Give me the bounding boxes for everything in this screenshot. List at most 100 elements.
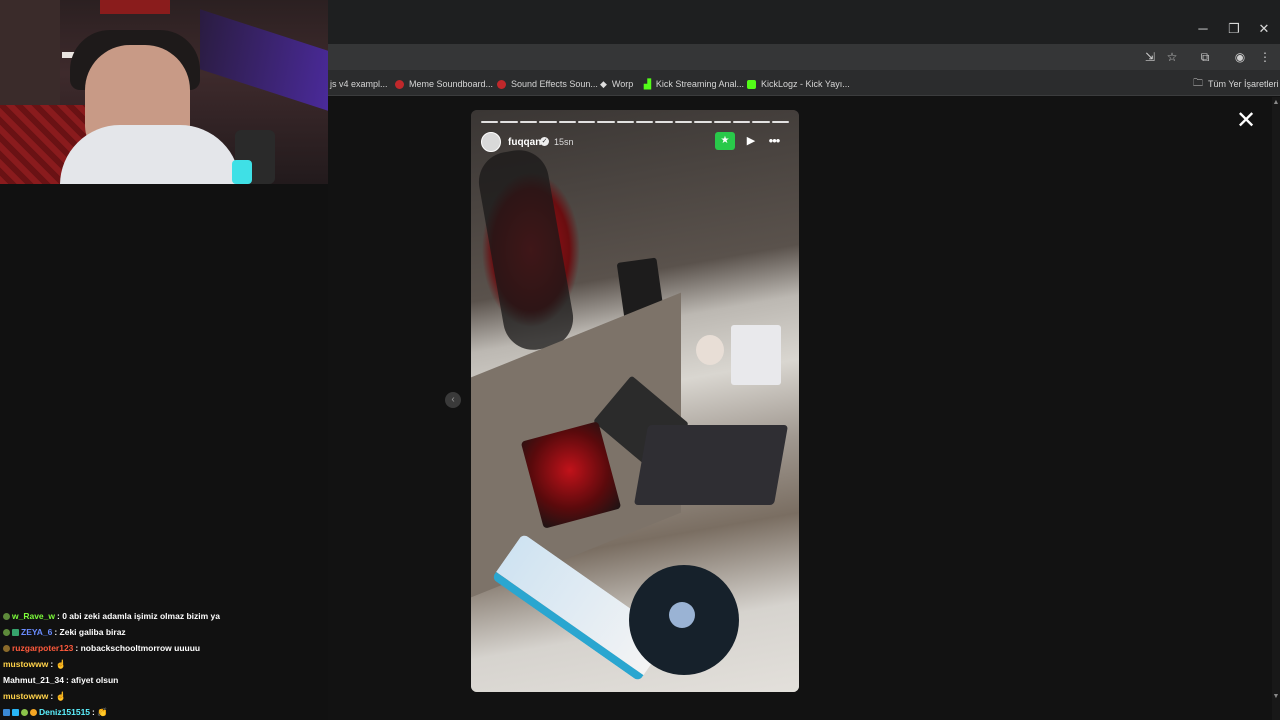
- folder-icon: 🗀: [1193, 77, 1203, 89]
- story-progress-segment: [694, 121, 712, 123]
- bookmark-favicon-icon: [747, 79, 756, 89]
- previous-story-button[interactable]: ‹: [445, 392, 461, 408]
- bookmark-favicon-icon: [497, 79, 506, 89]
- story-progress-segment: [732, 121, 751, 123]
- bookmark-label: Sound Effects Soun...: [511, 79, 598, 89]
- chat-overlay: w_Rave_w : 0 abi zeki adamla işimiz olma…: [0, 608, 330, 720]
- close-story-button[interactable]: ✕: [1235, 109, 1257, 133]
- story-progress-segment: [597, 121, 615, 123]
- play-icon[interactable]: ▶: [744, 134, 758, 148]
- more-options-icon[interactable]: •••: [764, 134, 784, 148]
- led-strip: [200, 9, 328, 111]
- chat-message: mustowww : ☝: [3, 657, 66, 671]
- story-progress-segment: [616, 121, 634, 123]
- story-progress-bar: [481, 121, 789, 123]
- chat-username: ZEYA_6: [21, 627, 53, 637]
- chat-username: Deniz151515: [39, 707, 91, 717]
- bookmark-label: Kick Streaming Anal...: [655, 79, 744, 89]
- chat-username: mustowww: [3, 659, 49, 669]
- bookmark-item[interactable]: ◆ Worp: [600, 77, 633, 91]
- badge-icon: [30, 708, 37, 716]
- bookmark-favicon-icon: ▟: [644, 78, 651, 89]
- window-close-button[interactable]: ✕: [1254, 20, 1274, 38]
- restore-button[interactable]: ❐: [1224, 20, 1244, 38]
- figurine: [696, 335, 724, 365]
- badge-icon: [3, 612, 10, 620]
- profile-avatar-icon[interactable]: ◉: [1231, 49, 1249, 65]
- minimize-button[interactable]: ─: [1193, 20, 1213, 38]
- install-app-icon[interactable]: ⇲: [1141, 49, 1159, 65]
- chat-message: w_Rave_w : 0 abi zeki adamla işimiz olma…: [3, 609, 220, 623]
- badge-icon: [21, 708, 28, 716]
- webcam-overlay: [0, 0, 328, 184]
- bookmark-label: Meme Soundboard...: [409, 79, 494, 89]
- badge-icon: [3, 628, 10, 636]
- chat-text: : 👏: [92, 706, 108, 717]
- story-progress-segment: [539, 121, 557, 123]
- chat-text: : Zeki galiba biraz: [54, 627, 126, 637]
- scroll-up-icon[interactable]: ▲: [1272, 99, 1280, 107]
- bookmark-item[interactable]: ▟ Kick Streaming Anal...: [644, 77, 744, 91]
- shelf-boxes: [731, 325, 781, 385]
- close-friends-star-icon: ★: [715, 132, 735, 150]
- bookmark-star-icon[interactable]: ☆: [1163, 49, 1181, 65]
- bookmark-item[interactable]: js v4 exampl...: [330, 77, 388, 91]
- story-progress-segment: [500, 121, 518, 123]
- bookmark-label: KickLogz - Kick Yayı...: [761, 79, 850, 89]
- laptop: [633, 425, 789, 505]
- chat-text: : 0 abi zeki adamla işimiz olmaz bizim y…: [57, 611, 220, 621]
- story-progress-segment: [577, 121, 596, 123]
- bookmark-favicon-icon: [395, 79, 404, 89]
- scroll-down-icon[interactable]: ▼: [1272, 693, 1280, 701]
- badge-icon: [12, 628, 19, 636]
- story-timestamp: 15sn: [554, 137, 574, 147]
- all-bookmarks-button[interactable]: 🗀 Tüm Yer İşaretleri: [1193, 77, 1279, 91]
- bookmark-item[interactable]: Meme Soundboard...: [395, 77, 493, 91]
- story-progress-segment: [558, 121, 576, 123]
- chat-username: ruzgarpoter123: [12, 643, 74, 653]
- bookmark-item[interactable]: Sound Effects Soun...: [497, 77, 598, 91]
- streamer-shirt: [60, 125, 240, 184]
- chat-message: Deniz151515 : 👏: [3, 705, 108, 719]
- verified-badge-icon: ✓: [540, 137, 549, 146]
- browser-toolbar: [328, 44, 1280, 70]
- chat-message: ZEYA_6 : Zeki galiba biraz: [3, 625, 126, 639]
- story-progress-segment: [519, 121, 538, 123]
- chat-text: : nobackschooltmorrow uuuuu: [75, 643, 201, 653]
- extensions-icon[interactable]: ⧉: [1196, 49, 1214, 65]
- vertical-scrollbar[interactable]: [1272, 97, 1280, 720]
- story-progress-segment: [655, 121, 673, 123]
- chat-text: : ☝: [50, 690, 67, 701]
- bookmark-label: Worp: [611, 79, 634, 89]
- badge-icon: [3, 644, 10, 652]
- story-viewer[interactable]: fuqqan ✓ 15sn ★ ▶ •••: [471, 110, 799, 692]
- story-progress-segment: [752, 121, 770, 123]
- shelf-items: [100, 0, 170, 14]
- mic-light: [232, 160, 252, 184]
- chat-username: w_Rave_w: [12, 611, 55, 621]
- badge-icon: [3, 708, 10, 716]
- story-progress-segment: [713, 121, 731, 123]
- page-content: [328, 97, 1273, 720]
- story-progress-segment: [674, 121, 693, 123]
- chat-text: : afiyet olsun: [65, 675, 119, 685]
- all-bookmarks-label: Tüm Yer İşaretleri: [1208, 79, 1279, 89]
- chat-text: : ☝: [50, 658, 67, 669]
- wall-shelf-left: [0, 0, 60, 110]
- bookmark-label: js v4 exampl...: [330, 79, 388, 89]
- story-progress-segment: [636, 121, 654, 123]
- cap-logo: [669, 602, 695, 628]
- chat-username: Mahmut_21_34: [3, 675, 64, 685]
- story-username[interactable]: fuqqan: [508, 137, 541, 148]
- menu-kebab-icon[interactable]: ⋮: [1256, 49, 1274, 65]
- story-progress-segment: [481, 121, 499, 123]
- bookmark-item[interactable]: KickLogz - Kick Yayı...: [747, 77, 850, 91]
- chat-message: ruzgarpoter123 : nobackschooltmorrow uuu…: [3, 641, 200, 655]
- chat-message: mustowww : ☝: [3, 689, 66, 703]
- story-progress-segment: [771, 121, 789, 123]
- chat-message: Mahmut_21_34 : afiyet olsun: [3, 673, 118, 687]
- chat-username: mustowww: [3, 691, 49, 701]
- bookmark-favicon-icon: ◆: [600, 78, 607, 89]
- badge-icon: [12, 708, 19, 716]
- story-user-avatar[interactable]: [481, 132, 501, 152]
